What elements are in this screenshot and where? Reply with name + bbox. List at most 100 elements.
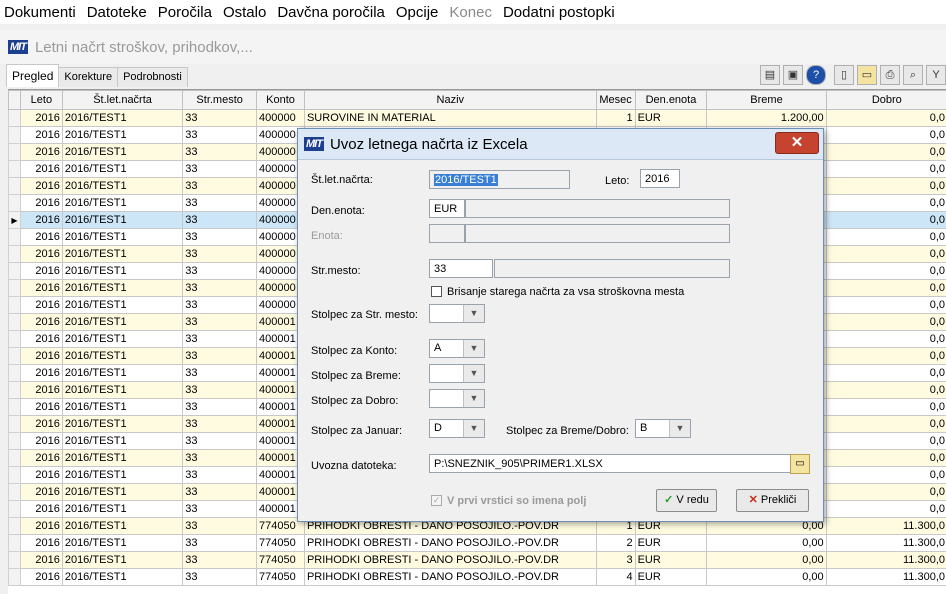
table-cell[interactable]: 0,0: [826, 297, 946, 314]
table-cell[interactable]: 33: [183, 518, 257, 535]
table-cell[interactable]: 33: [183, 110, 257, 127]
table-cell[interactable]: 33: [183, 450, 257, 467]
table-cell[interactable]: 0,0: [826, 314, 946, 331]
table-cell[interactable]: 0,0: [826, 178, 946, 195]
table-cell[interactable]: 2016/TEST1: [62, 297, 182, 314]
table-cell[interactable]: 11.300,0: [826, 518, 946, 535]
search-icon[interactable]: ⌕: [903, 65, 923, 85]
table-cell[interactable]: 1: [596, 110, 635, 127]
stolpec-breme-select[interactable]: ▼: [429, 364, 485, 383]
table-cell[interactable]: 2016: [20, 331, 62, 348]
table-cell[interactable]: 2016/TEST1: [62, 416, 182, 433]
table-cell[interactable]: 0,0: [826, 331, 946, 348]
table-cell[interactable]: 33: [183, 331, 257, 348]
column-header[interactable]: Št.let.načrta: [62, 91, 182, 110]
table-cell[interactable]: 2016: [20, 569, 62, 586]
table-cell[interactable]: 33: [183, 280, 257, 297]
column-header[interactable]: Naziv: [304, 91, 596, 110]
table-cell[interactable]: 0,0: [826, 467, 946, 484]
table-cell[interactable]: 2016/TEST1: [62, 246, 182, 263]
tab-podrobnosti[interactable]: Podrobnosti: [117, 67, 188, 87]
print-icon[interactable]: ⎙: [880, 65, 900, 85]
menu-ostalo[interactable]: Ostalo: [219, 4, 273, 21]
table-cell[interactable]: 2016: [20, 178, 62, 195]
table-cell[interactable]: EUR: [635, 110, 707, 127]
table-cell[interactable]: 2016/TEST1: [62, 178, 182, 195]
brisanje-checkbox[interactable]: [431, 286, 442, 297]
menu-opcije[interactable]: Opcije: [392, 4, 446, 21]
ok-button[interactable]: ✓ V redu: [656, 489, 717, 512]
table-cell[interactable]: 0,0: [826, 246, 946, 263]
table-cell[interactable]: PRIHODKI OBRESTI - DANO POSOJILO.-POV.DR: [304, 569, 596, 586]
table-cell[interactable]: 400000: [257, 110, 305, 127]
new-icon[interactable]: ▯: [834, 65, 854, 85]
table-cell[interactable]: 33: [183, 178, 257, 195]
table-cell[interactable]: 33: [183, 161, 257, 178]
tab-pregled[interactable]: Pregled: [6, 64, 59, 87]
table-cell[interactable]: 2016: [20, 382, 62, 399]
table-cell[interactable]: 33: [183, 212, 257, 229]
table-cell[interactable]: 33: [183, 535, 257, 552]
stolpec-konto-select[interactable]: A▼: [429, 339, 485, 358]
table-cell[interactable]: 33: [183, 263, 257, 280]
table-cell[interactable]: 33: [183, 144, 257, 161]
strmesto-field[interactable]: 33: [429, 259, 493, 278]
table-cell[interactable]: 2016/TEST1: [62, 484, 182, 501]
table-cell[interactable]: PRIHODKI OBRESTI - DANO POSOJILO.-POV.DR: [304, 552, 596, 569]
table-cell[interactable]: 2016/TEST1: [62, 263, 182, 280]
help-icon[interactable]: ?: [806, 65, 826, 85]
table-cell[interactable]: 0,0: [826, 212, 946, 229]
table-cell[interactable]: 2016/TEST1: [62, 110, 182, 127]
table-cell[interactable]: 33: [183, 501, 257, 518]
close-button[interactable]: ✕: [775, 132, 819, 154]
table-cell[interactable]: 0,0: [826, 484, 946, 501]
table-cell[interactable]: 2016: [20, 552, 62, 569]
table-cell[interactable]: PRIHODKI OBRESTI - DANO POSOJILO.-POV.DR: [304, 535, 596, 552]
table-cell[interactable]: 2016: [20, 484, 62, 501]
table-cell[interactable]: 2016/TEST1: [62, 450, 182, 467]
table-cell[interactable]: 2016: [20, 297, 62, 314]
table-cell[interactable]: EUR: [635, 552, 707, 569]
table-cell[interactable]: 33: [183, 127, 257, 144]
menu-datoteke[interactable]: Datoteke: [83, 4, 154, 21]
table-cell[interactable]: 2016: [20, 518, 62, 535]
table-cell[interactable]: 2016/TEST1: [62, 518, 182, 535]
table-cell[interactable]: 0,0: [826, 161, 946, 178]
table-cell[interactable]: 11.300,0: [826, 552, 946, 569]
open-icon[interactable]: ▭: [857, 65, 877, 85]
table-cell[interactable]: 11.300,0: [826, 569, 946, 586]
stolpec-dobro-select[interactable]: ▼: [429, 389, 485, 408]
table-cell[interactable]: 33: [183, 229, 257, 246]
table-cell[interactable]: 1.200,00: [707, 110, 826, 127]
table-cell[interactable]: 2016/TEST1: [62, 552, 182, 569]
table-cell[interactable]: 2016/TEST1: [62, 569, 182, 586]
book-icon[interactable]: ▤: [760, 65, 780, 85]
denenota-field[interactable]: EUR: [429, 199, 465, 218]
menu-dokumenti[interactable]: Dokumenti: [0, 4, 83, 21]
column-header[interactable]: Konto: [257, 91, 305, 110]
table-cell[interactable]: 2016: [20, 365, 62, 382]
table-cell[interactable]: 0,00: [707, 569, 826, 586]
table-cell[interactable]: 2016/TEST1: [62, 365, 182, 382]
leto-field[interactable]: 2016: [640, 169, 680, 188]
stolpec-januar-select[interactable]: D▼: [429, 419, 485, 438]
table-cell[interactable]: 2016/TEST1: [62, 229, 182, 246]
table-cell[interactable]: 2016: [20, 195, 62, 212]
table-cell[interactable]: 33: [183, 365, 257, 382]
table-cell[interactable]: 2016: [20, 348, 62, 365]
table-cell[interactable]: 2016: [20, 535, 62, 552]
uvozna-field[interactable]: P:\SNEZNIK_905\PRIMER1.XLSX: [429, 454, 792, 473]
table-cell[interactable]: 33: [183, 416, 257, 433]
table-cell[interactable]: 2016/TEST1: [62, 433, 182, 450]
table-cell[interactable]: 33: [183, 348, 257, 365]
table-cell[interactable]: 2016: [20, 127, 62, 144]
column-header[interactable]: Den.enota: [635, 91, 707, 110]
menu-davcna-porocila[interactable]: Davčna poročila: [273, 4, 392, 21]
table-cell[interactable]: 2016: [20, 433, 62, 450]
table-cell[interactable]: 2016/TEST1: [62, 399, 182, 416]
table-cell[interactable]: 2016/TEST1: [62, 348, 182, 365]
table-row[interactable]: 20162016/TEST133774050PRIHODKI OBRESTI -…: [9, 569, 946, 586]
menu-dodatni-postopki[interactable]: Dodatni postopki: [499, 4, 622, 21]
table-cell[interactable]: 774050: [257, 535, 305, 552]
table-cell[interactable]: 0,0: [826, 263, 946, 280]
